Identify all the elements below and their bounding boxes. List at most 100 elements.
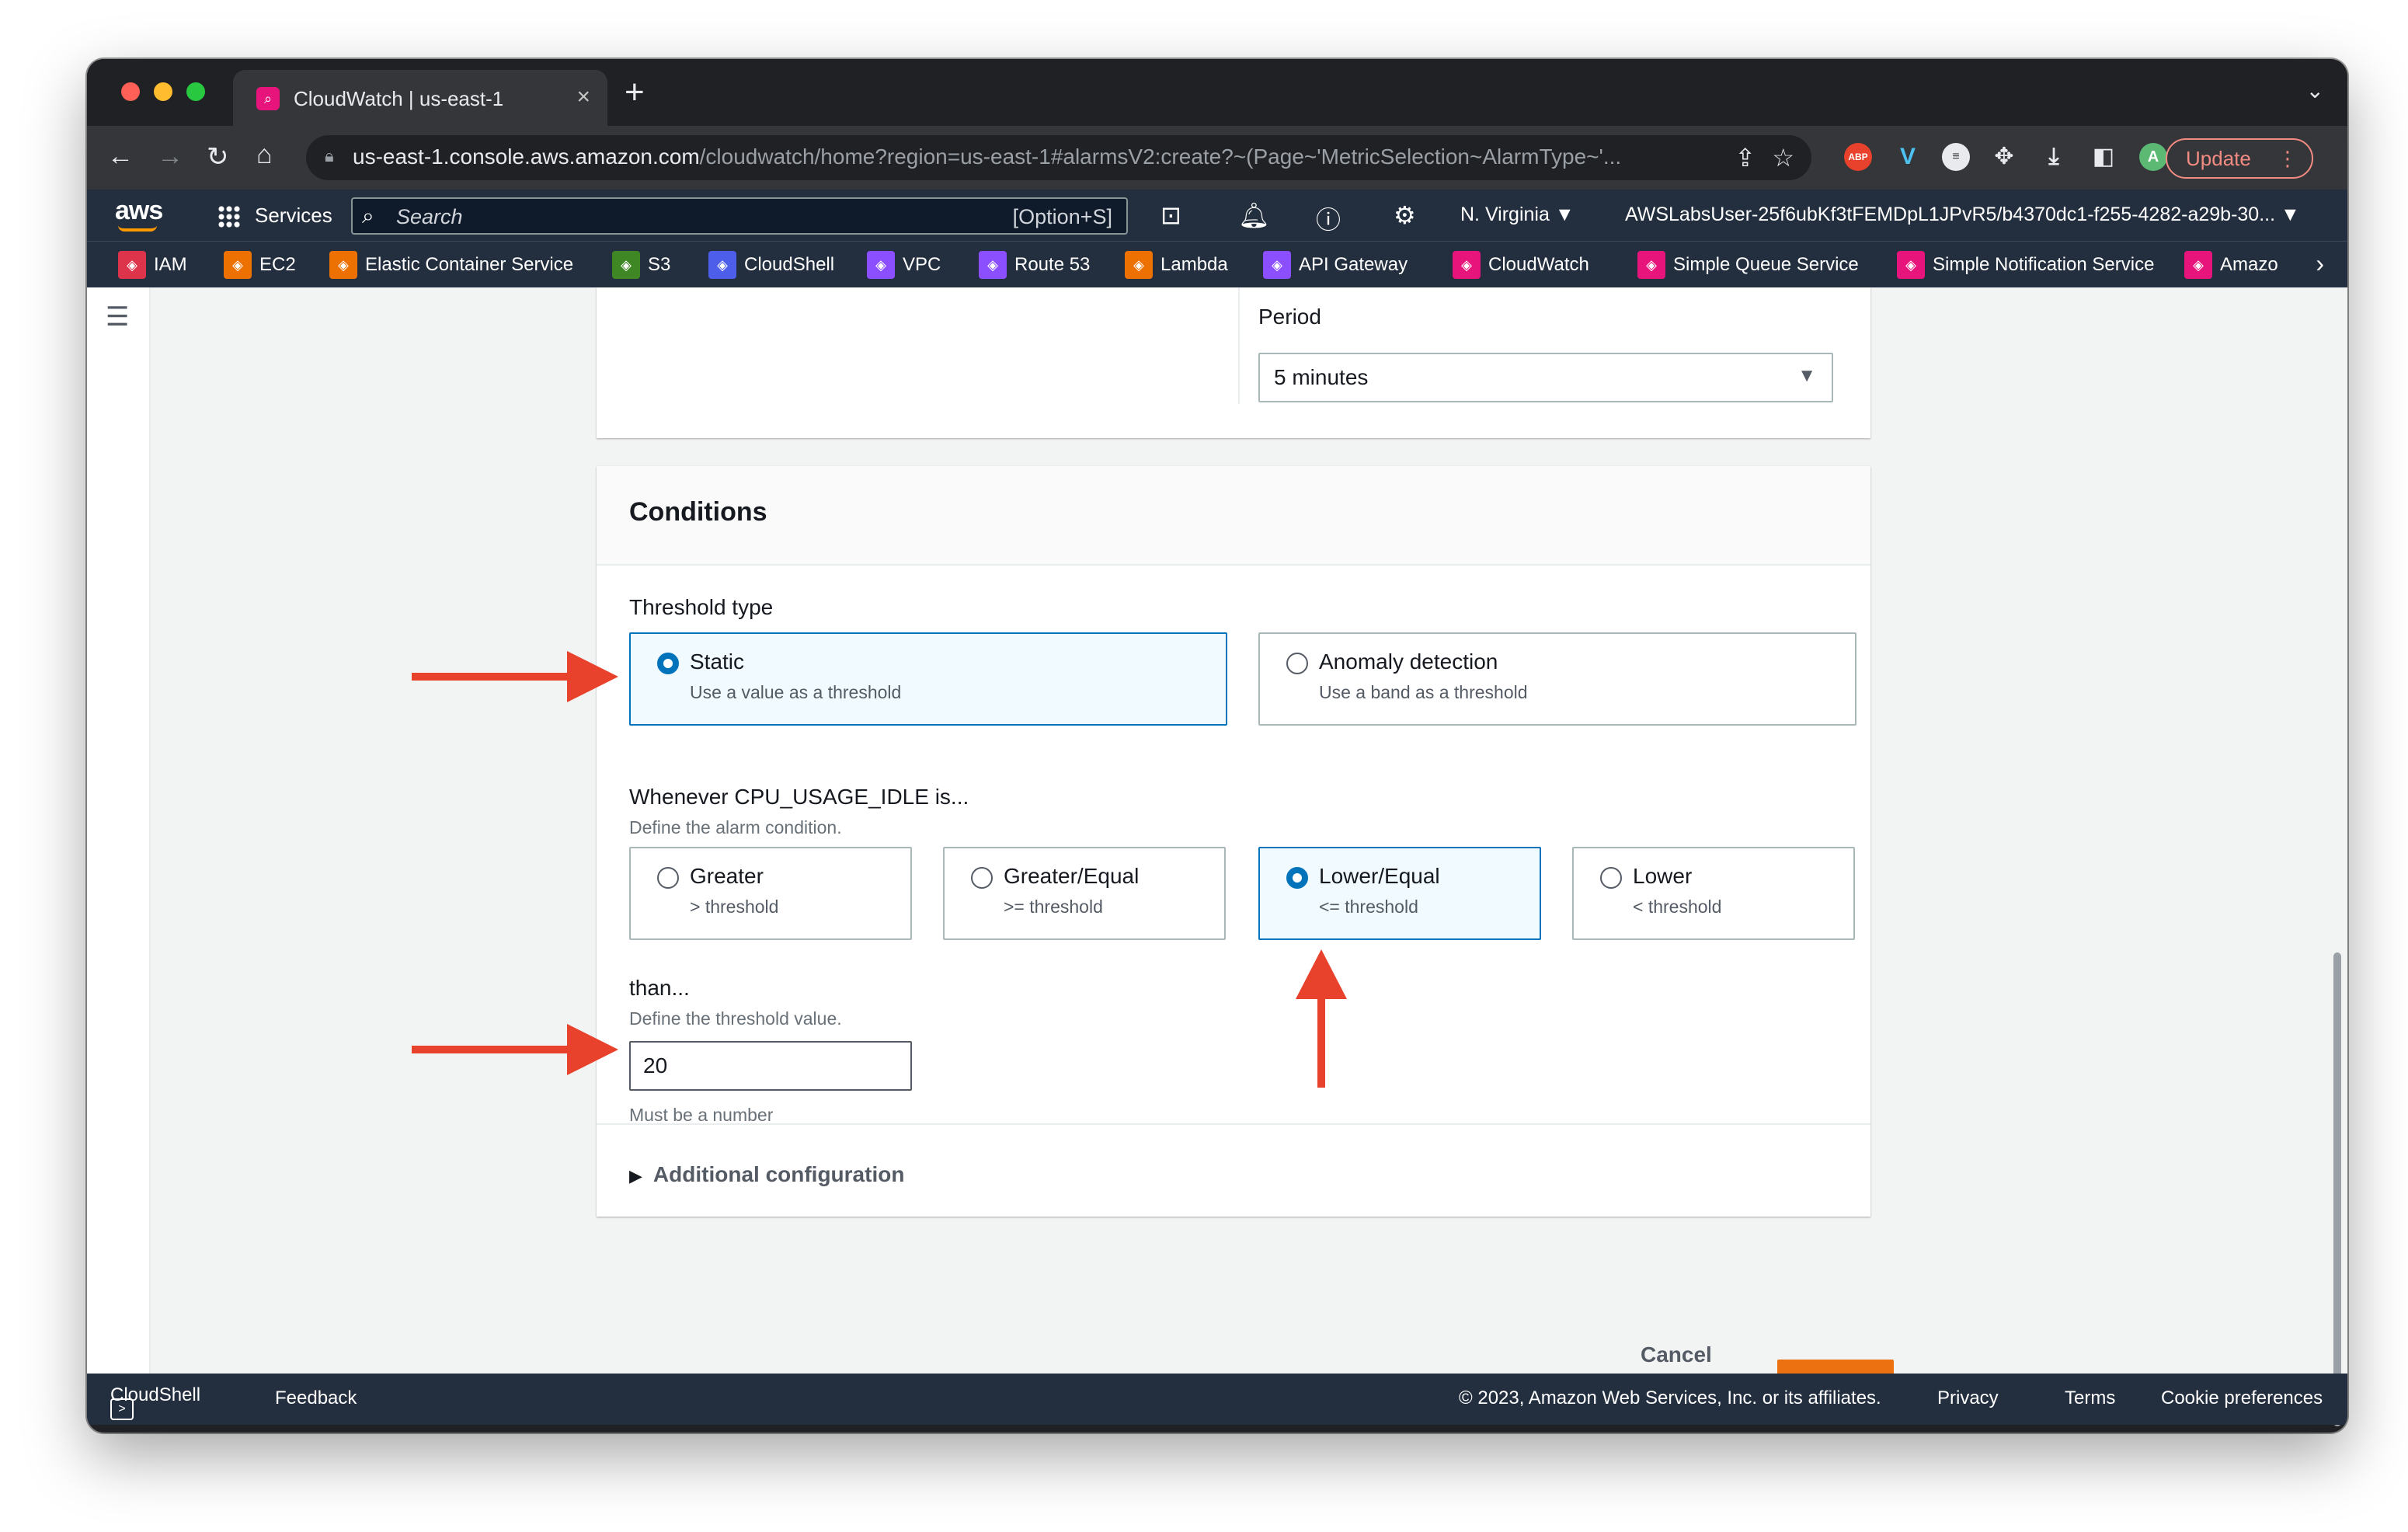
side-panel-icon[interactable]: ◧	[2090, 143, 2117, 171]
home-icon[interactable]: ⌂	[256, 140, 273, 170]
threshold-type-label: Threshold type	[629, 595, 774, 619]
adblock-extension-icon[interactable]: ABP	[1844, 143, 1872, 171]
favorite-elastic-container-service[interactable]: ◈ Elastic Container Service	[329, 251, 573, 279]
additional-configuration-toggle[interactable]: ▶ Additional configuration	[629, 1162, 904, 1187]
aws-logo[interactable]: aws	[115, 196, 163, 226]
tab-search-chevron-icon[interactable]: ⌄	[2306, 78, 2324, 103]
radio-static[interactable]	[657, 653, 679, 674]
favorite-lambda[interactable]: ◈ Lambda	[1125, 251, 1228, 279]
maximize-window-button[interactable]	[186, 82, 205, 101]
condition-greater-equal[interactable]: Greater/Equal >= threshold	[943, 847, 1226, 940]
vimeo-extension-icon[interactable]: V	[1894, 143, 1922, 171]
radio-lower-equal[interactable]	[1286, 867, 1308, 889]
url-text: us-east-1.console.aws.amazon.com/cloudwa…	[353, 144, 1622, 169]
option-description: < threshold	[1633, 897, 1722, 917]
help-icon[interactable]: ⓘ	[1316, 200, 1341, 236]
service-icon: ◈	[224, 251, 252, 279]
service-icon: ◈	[1453, 251, 1481, 279]
threshold-value-input[interactable]: 20	[629, 1041, 912, 1091]
period-select[interactable]: 5 minutes ▼	[1258, 353, 1833, 402]
favorite-api-gateway[interactable]: ◈ API Gateway	[1263, 251, 1408, 279]
cloudshell-icon[interactable]: ⊡	[1161, 200, 1181, 230]
favorite-cloudshell[interactable]: ◈ CloudShell	[708, 251, 834, 279]
notifications-bell-icon[interactable]: 🔔︎	[1238, 200, 1270, 230]
extensions-puzzle-icon[interactable]: ✥	[1990, 143, 2018, 171]
option-description: <= threshold	[1319, 897, 1418, 917]
main-content: ☰ Period 5 minutes ▼ Conditions Threshol…	[87, 287, 2347, 1426]
option-title: Lower/Equal	[1319, 864, 1440, 888]
threshold-type-static[interactable]: Static Use a value as a threshold	[629, 632, 1227, 726]
condition-lower-equal[interactable]: Lower/Equal <= threshold	[1258, 847, 1541, 940]
account-menu[interactable]: AWSLabsUser-25f6ubKf3tFEMDpL1JPvR5/b4370…	[1625, 204, 2300, 226]
favorite-amazo[interactable]: ◈ Amazo	[2184, 251, 2278, 279]
settings-gear-icon[interactable]: ⚙	[1394, 200, 1416, 230]
forward-arrow-icon[interactable]: →	[157, 141, 183, 172]
address-bar[interactable]: 🔒︎ us-east-1.console.aws.amazon.com/clou…	[306, 135, 1811, 180]
favorite-route-53[interactable]: ◈ Route 53	[979, 251, 1090, 279]
radio-greater-equal[interactable]	[971, 867, 993, 889]
radio-lower[interactable]	[1600, 867, 1622, 889]
additional-configuration-label: Additional configuration	[652, 1162, 905, 1186]
favorite-vpc[interactable]: ◈ VPC	[867, 251, 941, 279]
footer-privacy-link[interactable]: Privacy	[1937, 1388, 1999, 1409]
profile-avatar[interactable]: A	[2139, 143, 2167, 171]
service-icon: ◈	[329, 251, 357, 279]
bookmark-star-icon[interactable]: ☆	[1772, 143, 1794, 172]
services-grid-icon[interactable]	[217, 205, 241, 228]
footer-cloudshell-link[interactable]: > CloudShell	[110, 1384, 200, 1420]
footer-cookie-link[interactable]: Cookie preferences	[2161, 1388, 2323, 1409]
whenever-description: Define the alarm condition.	[629, 817, 842, 837]
favorite-cloudwatch[interactable]: ◈ CloudWatch	[1453, 251, 1589, 279]
share-icon[interactable]: ⇪	[1735, 143, 1756, 172]
section-divider	[597, 1123, 1870, 1125]
reload-icon[interactable]: ↻	[207, 141, 229, 172]
favorite-ec2[interactable]: ◈ EC2	[224, 251, 296, 279]
favorites-bar: ◈ IAM ◈ EC2 ◈ Elastic Container Service ◈ S3 ◈ Cl…	[87, 241, 2347, 287]
favorite-simple-notification-service[interactable]: ◈ Simple Notification Service	[1897, 251, 2154, 279]
download-icon[interactable]: ⤓	[2040, 143, 2068, 171]
new-tab-button[interactable]: +	[625, 73, 645, 112]
menu-hamburger-icon[interactable]: ☰	[106, 301, 129, 333]
favorite-s3[interactable]: ◈ S3	[612, 251, 670, 279]
favorite-label: EC2	[259, 254, 296, 275]
tab-title: CloudWatch | us-east-1	[294, 87, 504, 110]
search-icon: ⌕	[362, 204, 374, 228]
option-description: Use a value as a threshold	[690, 682, 902, 702]
favorite-simple-queue-service[interactable]: ◈ Simple Queue Service	[1637, 251, 1859, 279]
than-label: than...	[629, 976, 690, 1000]
cancel-button[interactable]: Cancel	[1641, 1342, 1712, 1367]
caret-down-icon: ▼	[1797, 365, 1816, 386]
service-icon: ◈	[612, 251, 640, 279]
back-arrow-icon[interactable]: ←	[107, 141, 134, 172]
minimize-window-button[interactable]	[154, 82, 172, 101]
chevron-right-icon[interactable]: ›	[2316, 249, 2324, 278]
region-selector[interactable]: N. Virginia ▼	[1460, 204, 1575, 226]
radio-greater[interactable]	[657, 867, 679, 889]
option-description: >= threshold	[1004, 897, 1103, 917]
footer-terms-link[interactable]: Terms	[2065, 1388, 2115, 1409]
services-menu[interactable]: Services	[255, 204, 332, 228]
favorite-iam[interactable]: ◈ IAM	[118, 251, 187, 279]
service-icon: ◈	[979, 251, 1007, 279]
option-description: > threshold	[690, 897, 779, 917]
cloudshell-icon: >	[110, 1398, 134, 1420]
option-title: Static	[690, 649, 745, 674]
vertical-scrollbar[interactable]	[2333, 952, 2341, 1426]
aws-search-input[interactable]: ⌕ Search [Option+S]	[351, 197, 1128, 235]
close-window-button[interactable]	[121, 82, 140, 101]
console-footer: > CloudShell Feedback © 2023, Amazon Web …	[87, 1374, 2347, 1425]
update-button[interactable]: Update ⋮	[2166, 138, 2313, 179]
conditions-title: Conditions	[629, 497, 767, 527]
list-extension-icon[interactable]: ≡	[1942, 143, 1970, 171]
footer-feedback-link[interactable]: Feedback	[275, 1388, 357, 1409]
condition-greater[interactable]: Greater > threshold	[629, 847, 912, 940]
radio-anomaly[interactable]	[1286, 653, 1308, 674]
close-tab-icon[interactable]: ×	[576, 84, 590, 110]
option-title: Anomaly detection	[1319, 649, 1498, 674]
threshold-hint: Must be a number	[629, 1105, 774, 1125]
browser-tab[interactable]: ⌕ CloudWatch | us-east-1 ×	[233, 70, 607, 126]
annotation-arrow-lower-equal	[1296, 949, 1347, 1088]
condition-lower[interactable]: Lower < threshold	[1572, 847, 1855, 940]
browser-window: ⌕ CloudWatch | us-east-1 × + ⌄ ← → ↻ ⌂ 🔒…	[87, 59, 2347, 1433]
threshold-type-anomaly[interactable]: Anomaly detection Use a band as a thresh…	[1258, 632, 1856, 726]
